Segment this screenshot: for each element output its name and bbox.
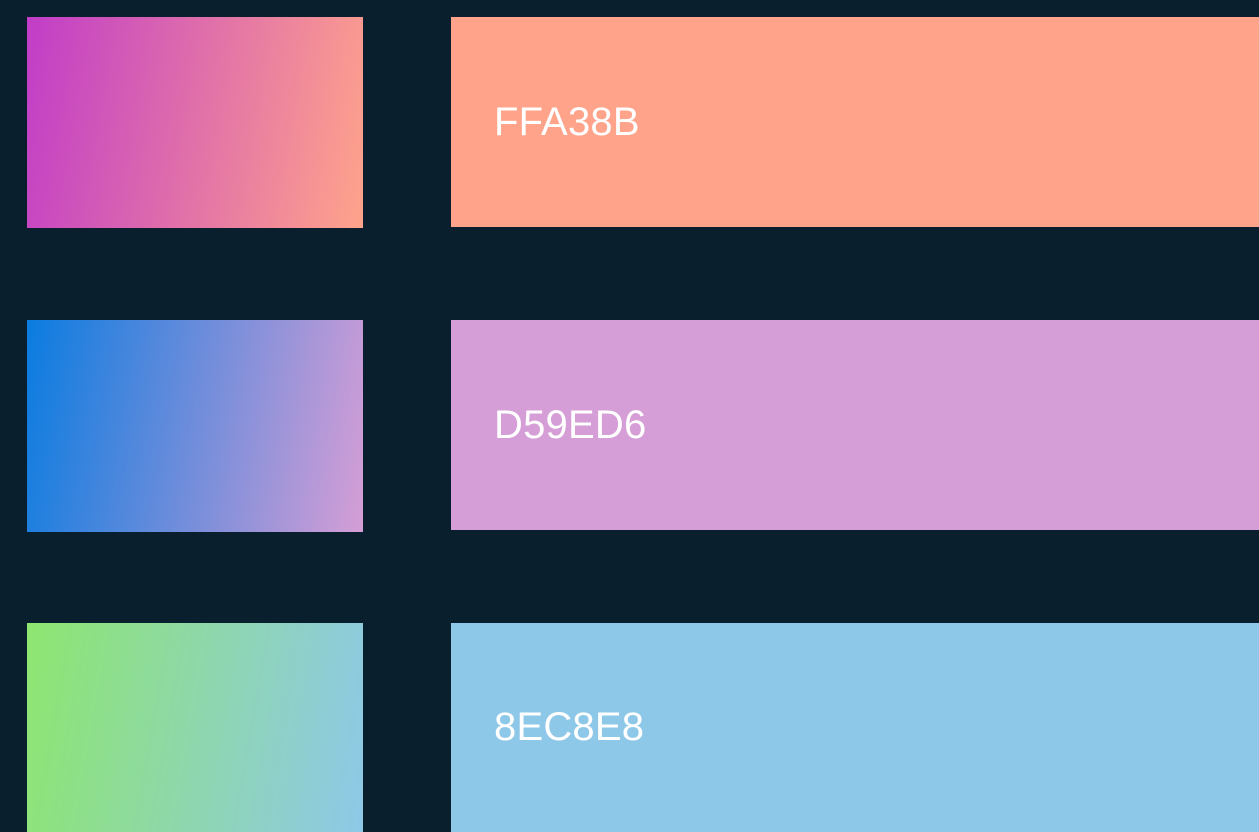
gradient-swatch-3[interactable] bbox=[27, 623, 363, 832]
gradient-swatch-1[interactable] bbox=[27, 17, 363, 228]
hex-code-label-3: 8EC8E8 bbox=[494, 705, 645, 749]
hex-code-label-2: D59ED6 bbox=[494, 402, 647, 447]
color-bar-1[interactable]: FFA38B bbox=[451, 17, 1259, 227]
hex-code-label-1: FFA38B bbox=[494, 99, 640, 144]
gradient-swatch-2[interactable] bbox=[27, 320, 363, 532]
color-bar-2[interactable]: D59ED6 bbox=[451, 320, 1259, 530]
color-bar-3[interactable]: 8EC8E8 bbox=[451, 623, 1259, 832]
